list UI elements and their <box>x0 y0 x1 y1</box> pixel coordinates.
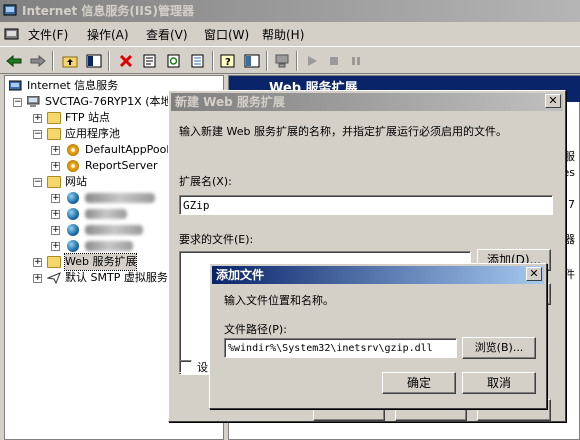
redacted-site-name <box>85 193 155 203</box>
tree-label: SVCTAG-76RYP1X (本地计 <box>45 95 183 108</box>
dialog-title-bar: 添加文件 ✕ <box>212 266 544 284</box>
tree-label: FTP 站点 <box>65 111 110 124</box>
globe-icon <box>67 224 79 236</box>
pause-icon[interactable] <box>346 51 366 71</box>
redacted-site-name <box>85 241 133 251</box>
tree-label: DefaultAppPool <box>85 143 170 156</box>
app-pool-gear-icon <box>67 144 79 156</box>
show-tree-icon[interactable] <box>84 51 104 71</box>
tree-label: Internet 信息服务 <box>27 79 119 92</box>
ext-name-input[interactable] <box>179 195 553 215</box>
dialog-title: 新建 Web 服务扩展 <box>175 95 285 109</box>
menu-file[interactable]: 文件(F) <box>28 26 68 43</box>
redacted-site-name <box>85 209 127 219</box>
iis-app-icon <box>3 3 18 18</box>
stop-icon[interactable] <box>324 51 344 71</box>
toolbar-separator <box>52 51 54 71</box>
expand-toggle[interactable]: + <box>51 146 60 155</box>
expand-toggle[interactable]: + <box>33 258 42 267</box>
expand-toggle[interactable]: + <box>51 226 60 235</box>
menu-action[interactable]: 操作(A) <box>87 26 129 43</box>
file-path-label: 文件路径(P): <box>224 323 287 336</box>
menu-app-icon[interactable] <box>4 26 20 42</box>
browse-button[interactable]: 浏览(B)... <box>462 337 536 359</box>
folder-icon <box>47 128 61 140</box>
folder-icon <box>47 256 61 268</box>
tree-label: ReportServer <box>85 159 158 172</box>
dialog-title-bar: 新建 Web 服务扩展 ✕ <box>171 93 563 111</box>
required-files-label: 要求的文件(E): <box>179 233 254 246</box>
close-icon[interactable]: ✕ <box>526 267 542 281</box>
globe-icon <box>67 192 79 204</box>
menu-help[interactable]: 帮助(H) <box>262 26 304 43</box>
menu-window[interactable]: 窗口(W) <box>204 26 249 43</box>
up-folder-icon[interactable] <box>60 51 80 71</box>
svg-text:?: ? <box>225 57 231 68</box>
refresh-icon[interactable] <box>164 51 184 71</box>
collapse-toggle[interactable]: − <box>13 98 22 107</box>
collapse-toggle[interactable]: − <box>33 178 42 187</box>
show-action-pane-icon[interactable] <box>242 51 262 71</box>
cancel-button[interactable]: 取消 <box>462 372 536 394</box>
folder-icon <box>47 176 61 188</box>
globe-icon <box>67 208 79 220</box>
ok-button[interactable]: 确定 <box>382 372 456 394</box>
checkbox-label: 设 <box>197 361 208 374</box>
tree-label: Web 服务扩展 <box>63 253 138 271</box>
main-title-bar: Internet 信息服务(IIS)管理器 <box>0 0 580 22</box>
start-icon[interactable] <box>302 51 322 71</box>
app-pool-gear-icon <box>67 160 79 172</box>
expand-toggle[interactable]: + <box>33 114 42 123</box>
dialog-title: 添加文件 <box>216 268 265 282</box>
toolbar: ? <box>0 46 580 74</box>
toolbar-separator <box>108 51 110 71</box>
collapse-toggle[interactable]: − <box>33 130 42 139</box>
file-path-input[interactable] <box>224 338 457 358</box>
ext-name-label: 扩展名(X): <box>179 175 232 188</box>
properties-icon[interactable] <box>140 51 160 71</box>
toolbar-separator <box>296 51 298 71</box>
globe-icon <box>67 240 79 252</box>
toolbar-separator <box>266 51 268 71</box>
expand-toggle[interactable]: + <box>51 194 60 203</box>
export-list-icon[interactable] <box>188 51 208 71</box>
expand-toggle[interactable]: + <box>51 242 60 251</box>
tree-label: 应用程序池 <box>65 127 120 140</box>
expand-toggle[interactable]: + <box>33 274 42 283</box>
smtp-mail-icon <box>46 272 61 285</box>
dialog-description: 输入新建 Web 服务扩展的名称，并指定扩展运行必须启用的文件。 <box>179 125 507 138</box>
tree-label: 网站 <box>65 175 87 188</box>
expand-toggle[interactable]: + <box>51 210 60 219</box>
folder-icon <box>47 112 61 124</box>
computer-icon[interactable] <box>272 51 292 71</box>
expand-toggle[interactable]: + <box>51 162 60 171</box>
back-arrow-icon[interactable] <box>4 51 24 71</box>
menu-view[interactable]: 查看(V) <box>146 26 188 43</box>
toolbar-separator <box>212 51 214 71</box>
delete-icon[interactable] <box>116 51 136 71</box>
menu-bar: 文件(F) 操作(A) 查看(V) 窗口(W) 帮助(H) <box>0 22 580 46</box>
allow-status-checkbox[interactable] <box>179 360 192 373</box>
add-file-dialog: 添加文件 ✕ 输入文件位置和名称。 文件路径(P): 浏览(B)... 确定 取… <box>209 263 547 409</box>
iis-root-icon <box>8 80 23 92</box>
tree-label: 默认 SMTP 虚拟服务 <box>65 271 168 284</box>
close-icon[interactable]: ✕ <box>545 94 561 108</box>
redacted-site-name <box>85 225 143 235</box>
server-icon <box>26 95 41 108</box>
forward-arrow-icon[interactable] <box>28 51 48 71</box>
dialog-description: 输入文件位置和名称。 <box>224 294 334 307</box>
window-title: Internet 信息服务(IIS)管理器 <box>22 4 194 18</box>
help-icon[interactable]: ? <box>218 51 238 71</box>
